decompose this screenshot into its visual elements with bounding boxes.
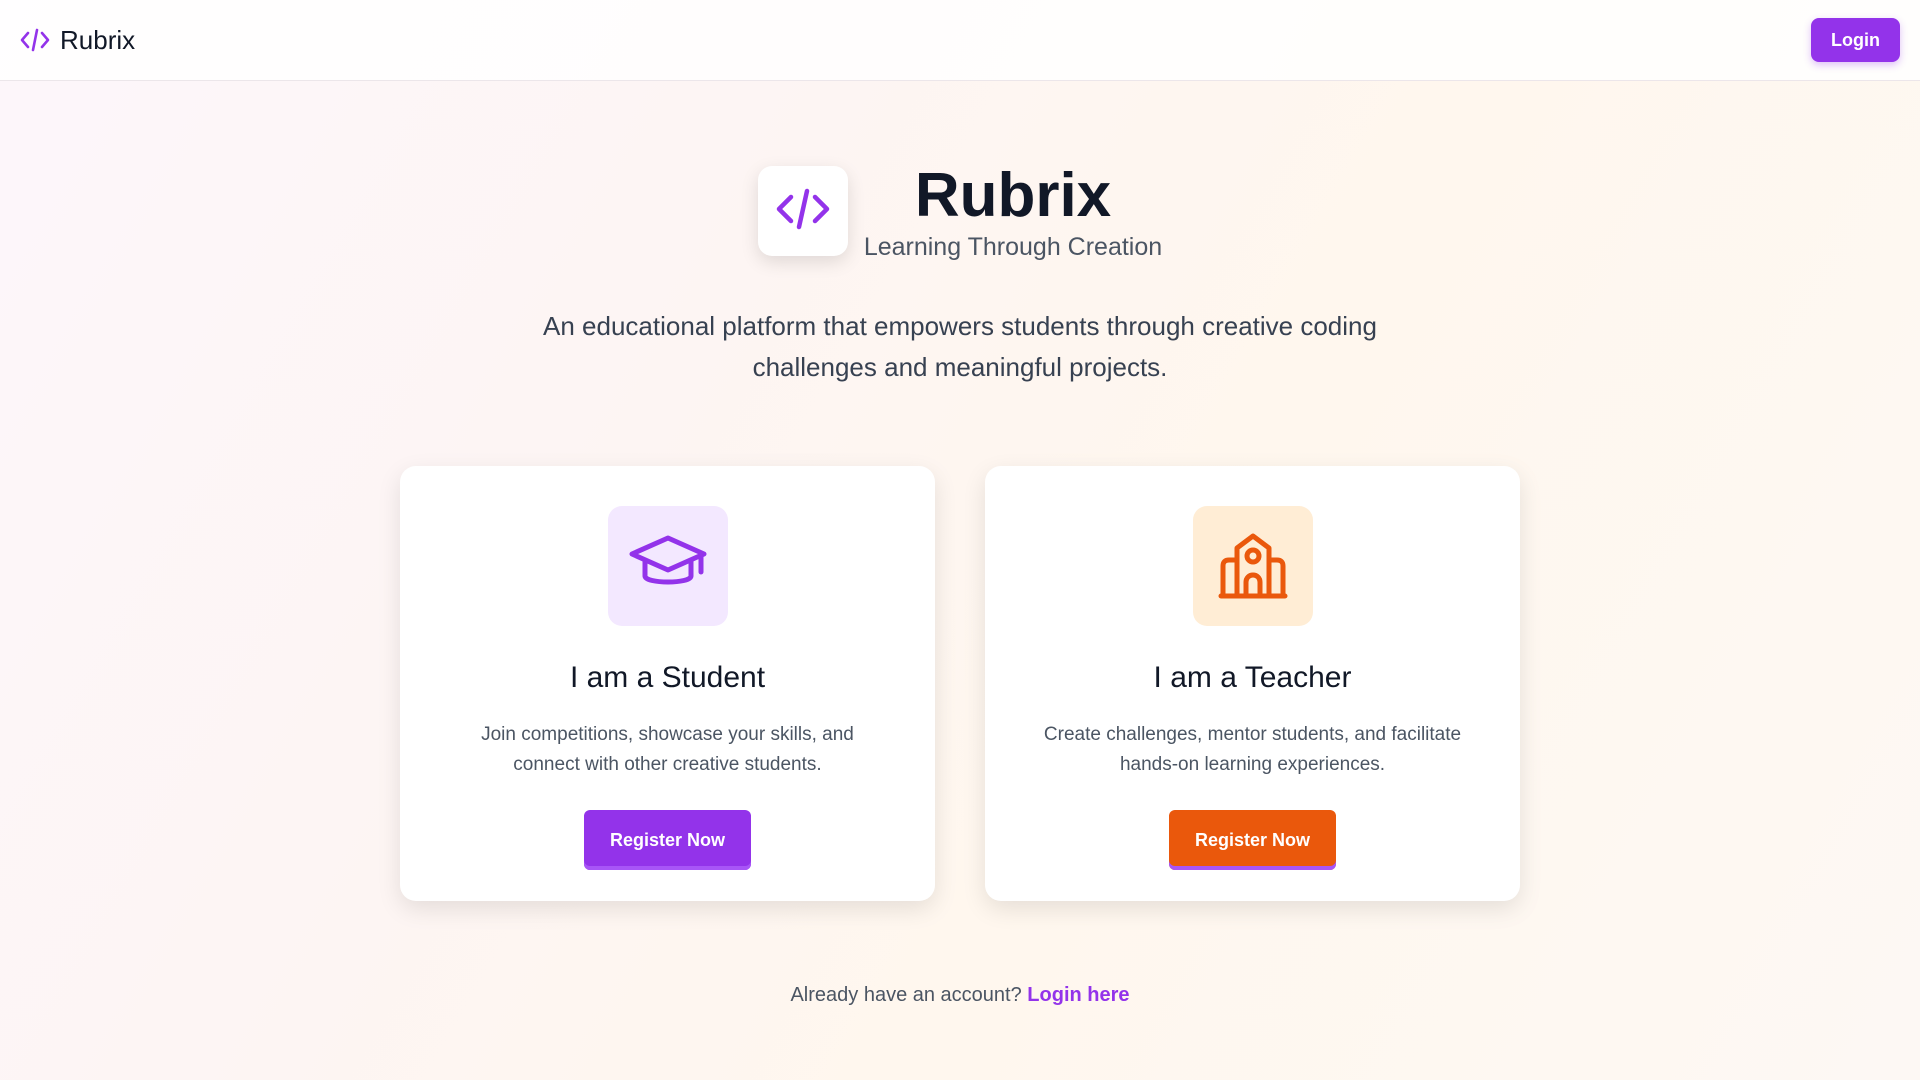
school-icon: [1215, 526, 1291, 607]
brand[interactable]: Rubrix: [20, 25, 135, 56]
login-here-link[interactable]: Login here: [1027, 984, 1129, 1006]
page-title: Rubrix: [914, 161, 1112, 230]
student-register-button[interactable]: Register Now: [584, 810, 751, 870]
login-prompt-text: Already have an account?: [790, 984, 1022, 1006]
hero-description: An educational platform that empowers st…: [0, 306, 1920, 388]
teacher-card-description: Create challenges, mentor students, and …: [1043, 720, 1463, 780]
student-card-description: Join competitions, showcase your skills,…: [458, 720, 878, 780]
description-line: hands-on learning experiences.: [1119, 754, 1386, 775]
login-button[interactable]: Login: [1811, 18, 1900, 62]
login-prompt: Already have an account? Login here: [0, 984, 1920, 1007]
description-line: connect with other creative students.: [513, 754, 822, 775]
hero: Rubrix Learning Through Creation: [0, 160, 1920, 262]
code-icon: [774, 184, 832, 239]
description-line: Create challenges, mentor students, and …: [1043, 724, 1462, 745]
student-icon-box: [607, 506, 728, 626]
student-card[interactable]: I am a Student Join competitions, showca…: [400, 466, 935, 901]
description-line: challenges and meaningful projects.: [752, 352, 1168, 382]
graduation-cap-icon: [628, 532, 708, 601]
top-navbar: Rubrix Login: [0, 0, 1920, 81]
brand-name: Rubrix: [60, 24, 136, 55]
page-subtitle: Learning Through Creation: [863, 233, 1163, 261]
teacher-icon-box: [1192, 506, 1313, 626]
description-line: An educational platform that empowers st…: [543, 311, 1377, 341]
teacher-card[interactable]: I am a Teacher Create challenges, mentor…: [985, 466, 1520, 901]
student-card-title: I am a Student: [569, 661, 766, 694]
teacher-register-button[interactable]: Register Now: [1169, 810, 1336, 870]
code-icon: [20, 27, 50, 53]
hero-text: Rubrix Learning Through Creation: [864, 160, 1162, 262]
hero-logo: [757, 166, 848, 256]
teacher-card-title: I am a Teacher: [1153, 661, 1352, 694]
description-line: Join competitions, showcase your skills,…: [481, 724, 854, 745]
